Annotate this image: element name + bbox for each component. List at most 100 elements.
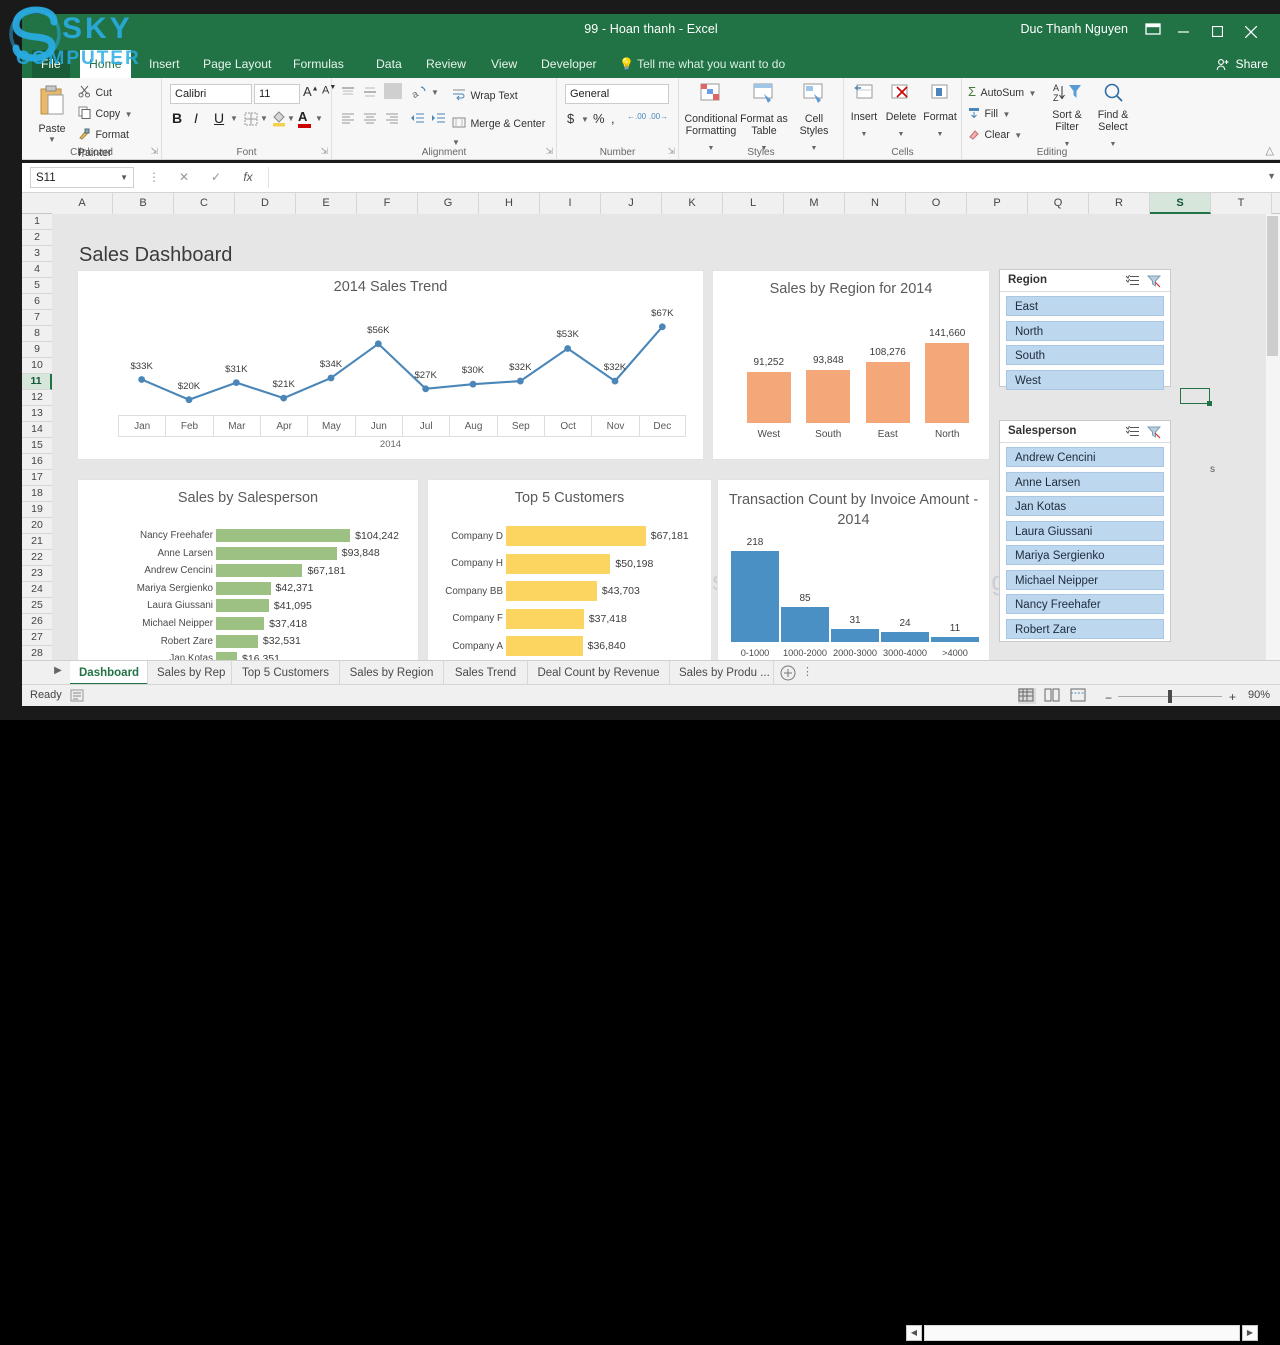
column-header-m[interactable]: M <box>784 193 845 214</box>
formula-input[interactable] <box>268 167 1260 188</box>
account-name[interactable]: Duc Thanh Nguyen <box>1021 22 1128 36</box>
accounting-format-button[interactable]: $ <box>567 111 574 126</box>
expand-formula-bar-icon[interactable]: ▼ <box>1267 171 1276 181</box>
zoom-slider-thumb[interactable] <box>1168 690 1172 703</box>
row-header-19[interactable]: 19 <box>22 502 52 518</box>
vertical-scroll-thumb[interactable] <box>1267 216 1278 356</box>
close-button[interactable] <box>1236 20 1266 42</box>
font-name-input[interactable]: Calibri <box>170 84 252 104</box>
row-header-26[interactable]: 26 <box>22 614 52 630</box>
chart-sales-by-region[interactable]: Sales by Region for 2014 91,252 West 93,84… <box>712 270 990 460</box>
ribbon-display-options-icon[interactable] <box>1144 21 1162 37</box>
increase-indent-button[interactable] <box>431 111 447 130</box>
column-header-j[interactable]: J <box>601 193 662 214</box>
align-center-button[interactable] <box>362 111 378 130</box>
clear-caret-icon[interactable]: ▼ <box>1014 131 1022 140</box>
decrease-decimal-button[interactable]: .00→ <box>649 112 668 121</box>
name-box-caret-icon[interactable]: ▼ <box>120 168 128 188</box>
row-header-17[interactable]: 17 <box>22 470 52 486</box>
maximize-button[interactable] <box>1202 20 1232 42</box>
name-box[interactable]: S11 ▼ <box>30 167 134 188</box>
number-format-select[interactable]: General <box>565 84 669 104</box>
vertical-scrollbar[interactable] <box>1266 214 1280 660</box>
row-header-14[interactable]: 14 <box>22 422 52 438</box>
row-header-20[interactable]: 20 <box>22 518 52 534</box>
sheet-tab-overflow-icon[interactable]: ⋮ <box>802 665 813 678</box>
column-header-r[interactable]: R <box>1089 193 1150 214</box>
new-sheet-icon[interactable] <box>780 665 796 681</box>
hscroll-right-icon[interactable]: ▶ <box>1242 1325 1258 1341</box>
sheet-tab-sales-trend[interactable]: Sales Trend <box>444 661 528 685</box>
fill-button[interactable]: Fill ▼ <box>968 104 1010 122</box>
column-header-f[interactable]: F <box>357 193 418 214</box>
tab-page-layout[interactable]: Page Layout <box>194 50 280 78</box>
merge-center-button[interactable]: Merge & Center ▼ <box>452 114 556 150</box>
row-header-10[interactable]: 10 <box>22 358 52 374</box>
sheet-canvas[interactable]: Sales Dashboard suachuamaytinhdanang.com… <box>52 214 1280 660</box>
slicer-item[interactable]: Robert Zare <box>1006 618 1164 639</box>
copy-dropdown-caret[interactable]: ▼ <box>125 110 133 119</box>
multi-select-icon[interactable] <box>1125 425 1140 439</box>
borders-button[interactable] <box>244 112 258 131</box>
hscroll-track[interactable] <box>924 1325 1240 1341</box>
row-header-8[interactable]: 8 <box>22 326 52 342</box>
row-header-24[interactable]: 24 <box>22 582 52 598</box>
sheet-tab-sales-by-produ[interactable]: Sales by Produ ... <box>670 661 774 685</box>
sheet-tab-sales-by-rep[interactable]: Sales by Rep <box>148 661 232 685</box>
slicer-item[interactable]: East <box>1006 296 1164 316</box>
italic-button[interactable]: I <box>194 110 198 126</box>
slicer-item[interactable]: West <box>1006 369 1164 390</box>
delete-cells-button[interactable]: Delete ▼ <box>882 82 920 141</box>
alignment-dialog-launcher[interactable]: ⇲ <box>545 146 553 157</box>
column-header-l[interactable]: L <box>723 193 784 214</box>
column-header-p[interactable]: P <box>967 193 1028 214</box>
decrease-indent-button[interactable] <box>410 111 426 130</box>
orientation-caret-icon[interactable]: ▼ <box>431 88 439 97</box>
column-header-q[interactable]: Q <box>1028 193 1089 214</box>
row-header-7[interactable]: 7 <box>22 310 52 326</box>
column-header-i[interactable]: I <box>540 193 601 214</box>
insert-function-icon[interactable]: fx <box>236 167 260 188</box>
tab-file[interactable]: File <box>32 50 70 78</box>
borders-caret-icon[interactable]: ▼ <box>260 114 268 123</box>
font-size-input[interactable]: 11 <box>254 84 300 104</box>
tab-data[interactable]: Data <box>367 50 411 78</box>
row-header-21[interactable]: 21 <box>22 534 52 550</box>
row-header-16[interactable]: 16 <box>22 454 52 470</box>
chart-sales-by-salesperson[interactable]: Sales by Salesperson Nancy Freehafer $104… <box>77 479 419 660</box>
slicer-item[interactable]: Anne Larsen <box>1006 471 1164 492</box>
tab-review[interactable]: Review <box>417 50 475 78</box>
tab-view[interactable]: View <box>482 50 526 78</box>
column-header-h[interactable]: H <box>479 193 540 214</box>
copy-button[interactable]: Copy ▼ <box>78 104 133 122</box>
fill-color-caret-icon[interactable]: ▼ <box>287 114 295 123</box>
font-dialog-launcher[interactable]: ⇲ <box>320 146 328 157</box>
row-header-1[interactable]: 1 <box>22 214 52 230</box>
slicer-item[interactable]: Jan Kotas <box>1006 496 1164 516</box>
column-header-g[interactable]: G <box>418 193 479 214</box>
font-color-caret-icon[interactable]: ▼ <box>315 114 323 123</box>
paste-dropdown-caret[interactable]: ▼ <box>30 135 74 144</box>
chart-top-5-customers[interactable]: Top 5 Customers Company D $67,181 Company … <box>427 479 712 660</box>
zoom-in-button[interactable]: + <box>1229 690 1236 704</box>
row-header-2[interactable]: 2 <box>22 230 52 246</box>
multi-select-icon[interactable] <box>1125 274 1140 288</box>
slicer-item[interactable]: Andrew Cencini <box>1006 447 1164 467</box>
font-color-button[interactable]: A <box>298 109 311 128</box>
underline-caret-icon[interactable]: ▼ <box>230 114 238 123</box>
align-top-button[interactable] <box>340 85 356 104</box>
align-middle-button[interactable] <box>362 85 378 104</box>
column-header-b[interactable]: B <box>113 193 174 214</box>
comma-style-button[interactable]: , <box>611 111 615 126</box>
zoom-out-button[interactable]: − <box>1105 691 1112 705</box>
underline-button[interactable]: U <box>214 110 224 126</box>
tab-formulas[interactable]: Formulas <box>284 50 353 78</box>
sort-filter-button[interactable]: AZ Sort & Filter ▼ <box>1046 82 1088 151</box>
collapse-ribbon-icon[interactable]: △ <box>1266 144 1274 157</box>
column-header-t[interactable]: T <box>1211 193 1272 214</box>
accessibility-icon[interactable] <box>70 689 84 707</box>
function-options-icon[interactable]: ⋮ <box>142 167 166 188</box>
column-header-e[interactable]: E <box>296 193 357 214</box>
hscroll-left-icon[interactable]: ◀ <box>906 1325 922 1341</box>
column-header-n[interactable]: N <box>845 193 906 214</box>
